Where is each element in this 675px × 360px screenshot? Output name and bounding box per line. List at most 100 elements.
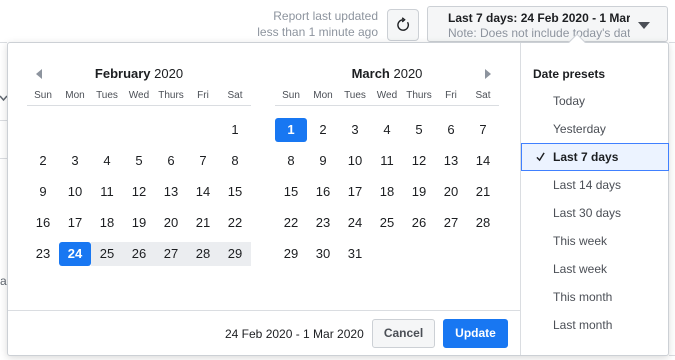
day-cell[interactable]: 18 <box>91 211 123 235</box>
day-cell[interactable]: 7 <box>187 149 219 173</box>
day-cell[interactable]: 4 <box>371 118 403 142</box>
day-cell[interactable]: 28 <box>467 211 499 235</box>
day-cell[interactable]: 18 <box>371 180 403 204</box>
day-cell[interactable]: 27 <box>155 242 187 266</box>
day-cell[interactable]: 27 <box>435 211 467 235</box>
day-cell[interactable]: 21 <box>187 211 219 235</box>
preset-label: This week <box>553 234 608 248</box>
day-cell[interactable]: 6 <box>155 149 187 173</box>
weekday-label: Mon <box>65 90 85 101</box>
checkmark-icon <box>536 152 545 162</box>
preset-item[interactable]: Today <box>521 87 669 115</box>
preset-item[interactable]: Yesterday <box>521 115 669 143</box>
preset-item[interactable]: Last 14 days <box>521 171 669 199</box>
weekday-label: Fri <box>197 90 209 101</box>
day-cell[interactable]: 5 <box>403 118 435 142</box>
weekday-label: Tues <box>344 90 366 101</box>
day-cell[interactable]: 29 <box>275 242 307 266</box>
weekday-label: Sat <box>475 90 491 101</box>
day-cell[interactable]: 2 <box>307 118 339 142</box>
day-cell[interactable]: 17 <box>339 180 371 204</box>
day-cell[interactable]: 6 <box>435 118 467 142</box>
day-cell[interactable]: 29 <box>219 242 251 266</box>
preset-item[interactable]: This month <box>521 283 669 311</box>
date-range-note: Note: Does not include today's data <box>448 26 630 40</box>
weekday-label: Fri <box>445 90 457 101</box>
day-cell[interactable]: 13 <box>155 180 187 204</box>
date-range-title: Last 7 days: 24 Feb 2020 - 1 Mar 2020 <box>448 11 630 25</box>
day-cell[interactable]: 20 <box>435 180 467 204</box>
preset-label: Last month <box>553 318 613 332</box>
report-updated-line2: less than 1 minute ago <box>257 25 378 39</box>
day-cell[interactable]: 3 <box>339 118 371 142</box>
weekday-label: Thurs <box>158 90 184 101</box>
day-cell[interactable]: 24 <box>59 242 91 266</box>
page-divider <box>669 355 675 356</box>
day-cell[interactable]: 23 <box>307 211 339 235</box>
day-cell[interactable]: 21 <box>467 180 499 204</box>
preset-item[interactable]: Last week <box>521 255 669 283</box>
day-cell[interactable]: 12 <box>123 180 155 204</box>
day-cell[interactable]: 28 <box>187 242 219 266</box>
day-cell[interactable]: 30 <box>307 242 339 266</box>
cancel-button[interactable]: Cancel <box>372 319 435 348</box>
weekday-label: Mon <box>313 90 333 101</box>
day-cell[interactable]: 8 <box>219 149 251 173</box>
day-cell[interactable]: 12 <box>403 149 435 173</box>
day-cell[interactable]: 15 <box>275 180 307 204</box>
day-cell[interactable]: 8 <box>275 149 307 173</box>
background-text-fragment: a <box>0 274 7 288</box>
day-cell[interactable]: 16 <box>27 211 59 235</box>
day-cell[interactable]: 13 <box>435 149 467 173</box>
day-cell[interactable]: 25 <box>371 211 403 235</box>
page-divider <box>669 42 675 43</box>
day-cell[interactable]: 19 <box>403 180 435 204</box>
refresh-button[interactable] <box>387 9 419 41</box>
day-cell[interactable]: 11 <box>91 180 123 204</box>
date-picker-popover: February 2020 Sun Mon Tues Wed Thurs Fri Sat 1 2 3… <box>7 42 669 356</box>
day-cell[interactable]: 10 <box>59 180 91 204</box>
preset-item[interactable]: Last 30 days <box>521 199 669 227</box>
day-cell[interactable]: 23 <box>27 242 59 266</box>
preset-item[interactable]: This week <box>521 227 669 255</box>
day-cell[interactable]: 14 <box>467 149 499 173</box>
day-cell[interactable]: 3 <box>59 149 91 173</box>
day-cell[interactable]: 7 <box>467 118 499 142</box>
footer-divider <box>8 310 520 311</box>
day-cell[interactable]: 17 <box>59 211 91 235</box>
day-cell[interactable]: 5 <box>123 149 155 173</box>
day-cell[interactable]: 25 <box>91 242 123 266</box>
day-cell[interactable]: 14 <box>187 180 219 204</box>
weekday-label: Thurs <box>406 90 432 101</box>
day-cell[interactable]: 1 <box>275 118 307 142</box>
day-cell[interactable]: 16 <box>307 180 339 204</box>
day-cell[interactable]: 9 <box>307 149 339 173</box>
weekday-header: Sun Mon Tues Wed Thurs Fri Sat <box>27 90 251 101</box>
preset-label: Last 14 days <box>553 178 622 192</box>
day-cell[interactable]: 4 <box>91 149 123 173</box>
update-button[interactable]: Update <box>443 319 508 348</box>
preset-item[interactable]: Last month <box>521 311 669 339</box>
day-cell[interactable]: 20 <box>155 211 187 235</box>
preset-item[interactable]: Last 7 days <box>521 143 669 171</box>
day-cell[interactable]: 2 <box>27 149 59 173</box>
preset-label: Last 30 days <box>553 206 622 220</box>
day-cell[interactable]: 11 <box>371 149 403 173</box>
day-cell[interactable]: 1 <box>219 118 251 142</box>
day-cell[interactable]: 24 <box>339 211 371 235</box>
weekday-label: Sun <box>282 90 300 101</box>
day-cell[interactable]: 9 <box>27 180 59 204</box>
page-divider <box>0 158 7 159</box>
date-range-dropdown[interactable]: Last 7 days: 24 Feb 2020 - 1 Mar 2020 No… <box>427 6 668 42</box>
calendar-month-title: February 2020 <box>27 66 251 81</box>
day-cell[interactable]: 22 <box>219 211 251 235</box>
day-cell[interactable]: 26 <box>403 211 435 235</box>
day-cell[interactable]: 10 <box>339 149 371 173</box>
day-cell[interactable]: 22 <box>275 211 307 235</box>
day-cell[interactable]: 19 <box>123 211 155 235</box>
day-cell[interactable]: 31 <box>339 242 371 266</box>
selected-range-text: 24 Feb 2020 - 1 Mar 2020 <box>225 327 364 341</box>
day-cell[interactable]: 26 <box>123 242 155 266</box>
preset-label: Yesterday <box>553 122 606 136</box>
day-cell[interactable]: 15 <box>219 180 251 204</box>
